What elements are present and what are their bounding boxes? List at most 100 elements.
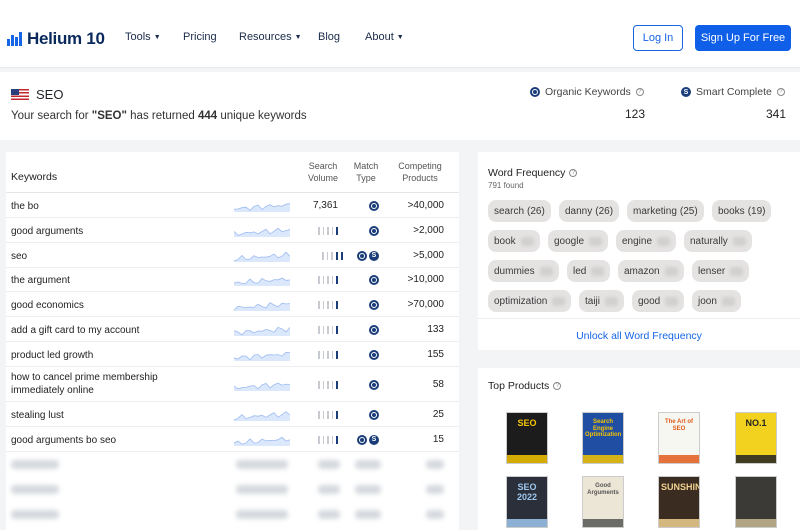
sparkline-area: [234, 382, 290, 391]
organic-keywords-stat: Organic Keywords ?: [530, 86, 644, 98]
word-frequency-panel: Word Frequency? 791 found search (26) dann…: [478, 152, 800, 350]
nav-tools[interactable]: Tools ▼: [125, 31, 161, 43]
smart-complete-icon: S: [681, 87, 691, 97]
word-chip[interactable]: optimization: [488, 290, 572, 312]
volume-bars: [318, 350, 338, 359]
nav-about[interactable]: About ▼: [365, 31, 404, 43]
table-row[interactable]: how to cancel prime membership immediate…: [6, 367, 459, 402]
word-chip[interactable]: danny (26): [559, 200, 620, 222]
word-chip[interactable]: books (19): [712, 200, 772, 222]
product-book-cover[interactable]: Good Arguments: [582, 476, 624, 528]
volume-bars: [318, 435, 338, 444]
word-chip[interactable]: google: [548, 230, 609, 252]
match-type-icons: [369, 275, 379, 285]
keyword-text[interactable]: the argument: [11, 274, 201, 287]
word-chip[interactable]: book: [488, 230, 540, 252]
keyword-text[interactable]: good arguments: [11, 225, 201, 238]
col-search-volume[interactable]: Search Volume: [304, 160, 342, 184]
word-chip[interactable]: engine: [616, 230, 677, 252]
keyword-text[interactable]: stealing lust: [11, 409, 201, 422]
book-cover-title: Good Arguments: [587, 483, 619, 496]
word-chip-label: taiji: [585, 295, 601, 307]
chevron-down-icon: ▼: [294, 33, 302, 41]
help-icon[interactable]: ?: [776, 88, 785, 96]
product-book-cover[interactable]: The Art of SEO: [658, 412, 700, 464]
top-products-panel: Top Products? SEO Search Engine Optimizat…: [478, 368, 800, 530]
locked-count: [665, 296, 679, 306]
keyword-text[interactable]: the bo: [11, 200, 201, 213]
product-book-cover[interactable]: SEO: [506, 412, 548, 464]
word-chip[interactable]: good: [632, 290, 685, 312]
organic-icon: [369, 409, 379, 420]
table-row[interactable]: good arguments >2,000: [6, 218, 459, 243]
table-row[interactable]: the bo 7,361 >40,000: [6, 193, 459, 218]
word-chip[interactable]: search (26): [488, 200, 551, 222]
signup-button[interactable]: Sign Up For Free: [695, 25, 791, 51]
trend-sparkline: [234, 277, 290, 286]
product-book-cover[interactable]: [735, 476, 777, 528]
col-keywords[interactable]: Keywords: [11, 171, 57, 183]
match-type-icons: [369, 409, 379, 420]
keyword-text[interactable]: seo: [11, 250, 201, 263]
word-chip[interactable]: joon: [692, 290, 741, 312]
word-chip[interactable]: dummies: [488, 260, 559, 282]
word-chip-label: amazon: [624, 265, 660, 277]
product-book-cover[interactable]: SEO 2022: [506, 476, 548, 528]
trend-sparkline: [234, 436, 290, 446]
search-result-message: Your search for "SEO" has returned 444 u…: [11, 110, 307, 122]
trend-sparkline: [234, 251, 290, 262]
word-chip[interactable]: taiji: [579, 290, 625, 312]
locked-count: [657, 236, 671, 246]
helium10-logo[interactable]: Helium 10: [7, 29, 105, 49]
table-row[interactable]: seo S >5,000: [6, 243, 459, 268]
word-chip-label: google: [554, 235, 585, 247]
organic-icon: [369, 324, 379, 335]
keyword-text[interactable]: add a gift card to my account: [11, 324, 201, 337]
table-row[interactable]: good economics >70,000: [6, 292, 459, 317]
unlock-word-frequency-link[interactable]: Unlock all Word Frequency: [478, 330, 800, 342]
keyword-text[interactable]: good arguments bo seo: [11, 434, 201, 447]
col-match-type[interactable]: Match Type: [349, 160, 383, 184]
match-type-icons: [369, 200, 379, 211]
nav-resources[interactable]: Resources ▼: [239, 31, 302, 43]
word-chip-label: books: [718, 205, 745, 217]
help-icon[interactable]: ?: [569, 169, 578, 177]
word-chip[interactable]: amazon: [618, 260, 684, 282]
word-chip[interactable]: lenser: [692, 260, 750, 282]
word-chip[interactable]: marketing (25): [627, 200, 704, 222]
help-icon[interactable]: ?: [553, 382, 562, 390]
top-nav: Helium 10 Tools ▼ Pricing Resources ▼ Blog…: [0, 0, 800, 68]
competing-products-value: 155: [427, 348, 444, 360]
trend-sparkline: [234, 410, 290, 421]
volume-bars: [318, 300, 338, 309]
competing-products-value: >40,000: [407, 199, 444, 211]
col-competing-products[interactable]: Competing Products: [392, 160, 448, 184]
word-chip[interactable]: led: [567, 260, 611, 282]
table-row[interactable]: product led growth 155: [6, 342, 459, 367]
word-chip[interactable]: naturally: [684, 230, 752, 252]
sparkline-area: [234, 411, 290, 421]
keyword-text[interactable]: good economics: [11, 299, 201, 312]
keywords-table: Keywords Search Volume Match Type Compet…: [6, 152, 459, 530]
table-row[interactable]: good arguments bo seo S 15: [6, 427, 459, 452]
book-cover-title: SUNSHINE: [661, 482, 699, 492]
table-row[interactable]: stealing lust 25: [6, 402, 459, 427]
word-chip-label: book: [494, 235, 516, 247]
word-chip-label: dummies: [494, 265, 535, 277]
keyword-text[interactable]: how to cancel prime membership immediate…: [11, 371, 201, 397]
table-row[interactable]: the argument >10,000: [6, 268, 459, 292]
product-book-cover[interactable]: SUNSHINE: [658, 476, 700, 528]
nav-pricing[interactable]: Pricing: [183, 31, 217, 43]
table-row[interactable]: add a gift card to my account 133: [6, 317, 459, 342]
nav-blog[interactable]: Blog: [318, 31, 340, 43]
product-book-cover[interactable]: NO.1: [735, 412, 777, 464]
keyword-text[interactable]: product led growth: [11, 349, 201, 362]
competing-products-value: 25: [432, 408, 444, 420]
volume-bars: [318, 226, 338, 235]
competing-products-value: 133: [427, 323, 444, 335]
organic-icon: [357, 434, 367, 445]
book-cover-title: Search Engine Optimization: [585, 419, 622, 439]
help-icon[interactable]: ?: [635, 88, 644, 96]
product-book-cover[interactable]: Search Engine Optimization: [582, 412, 624, 464]
login-button[interactable]: Log In: [633, 25, 683, 51]
